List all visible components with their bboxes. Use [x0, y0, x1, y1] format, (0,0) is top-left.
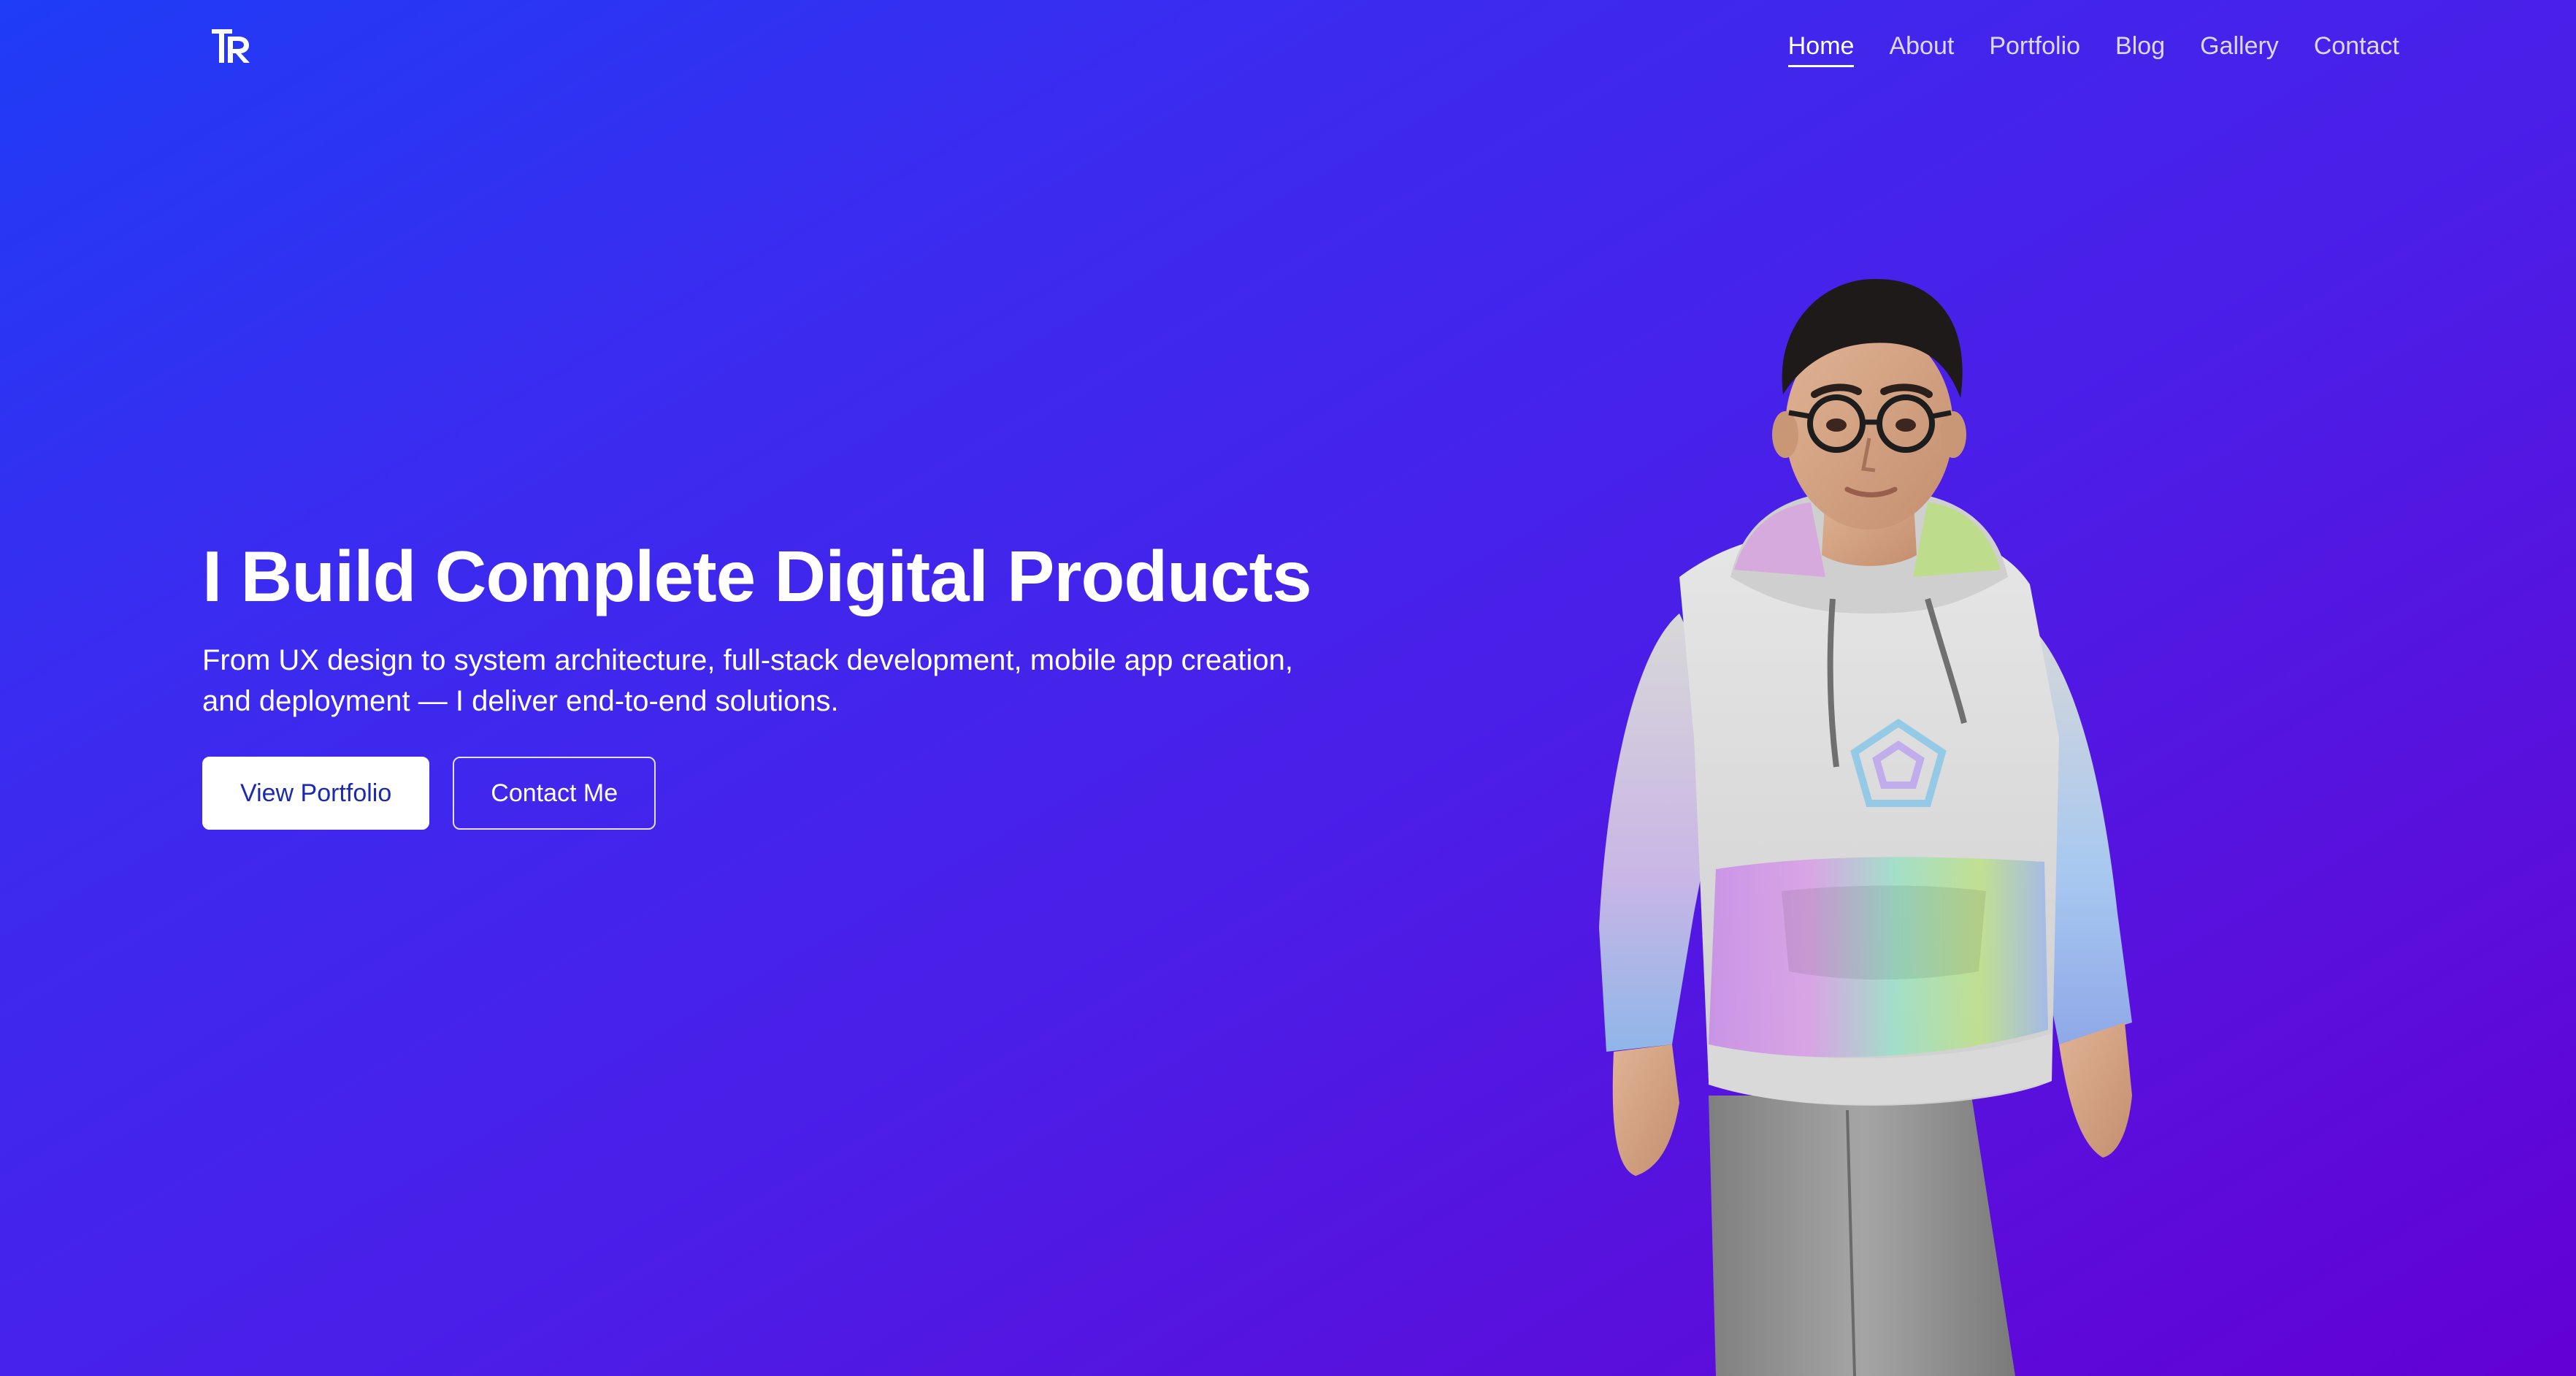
hero-subtitle-line-2: and deployment — I deliver end-to-end so…	[202, 685, 839, 717]
nav-about[interactable]: About	[1889, 26, 1954, 66]
view-portfolio-button[interactable]: View Portfolio	[202, 757, 430, 830]
logo-tr[interactable]	[210, 26, 251, 66]
contact-me-button[interactable]: Contact Me	[453, 757, 656, 830]
hero-title: I Build Complete Digital Products	[202, 536, 1312, 616]
hero-section: I Build Complete Digital Products From U…	[202, 533, 1341, 830]
hero-subtitle-line-1: From UX design to system architecture, f…	[202, 644, 1293, 676]
nav-gallery[interactable]: Gallery	[2200, 26, 2279, 66]
hero-buttons: View Portfolio Contact Me	[202, 757, 1341, 830]
main-nav: Home About Portfolio Blog Gallery Contac…	[1787, 26, 2399, 67]
nav-portfolio[interactable]: Portfolio	[1989, 26, 2080, 66]
avatar-illustration	[1599, 278, 2132, 1376]
hero-page: Home About Portfolio Blog Gallery Contac…	[0, 0, 2576, 1376]
hero-subtitle: From UX design to system architecture, f…	[202, 640, 1312, 722]
nav-home[interactable]: Home	[1787, 26, 1854, 67]
nav-blog[interactable]: Blog	[2115, 26, 2165, 66]
nav-contact[interactable]: Contact	[2314, 26, 2399, 66]
